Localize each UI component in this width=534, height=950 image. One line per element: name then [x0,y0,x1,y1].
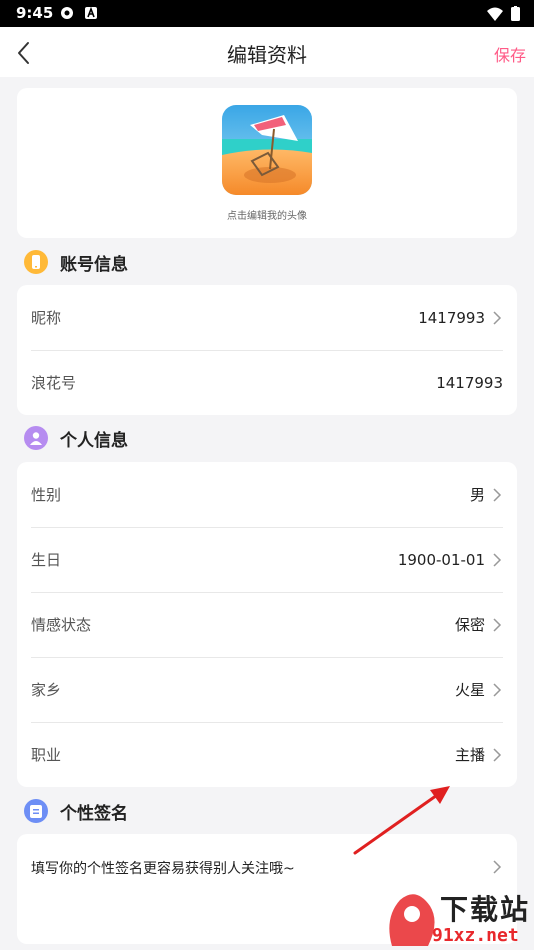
hometown-row[interactable]: 家乡 火星 [31,657,503,722]
chevron-right-icon [493,747,502,762]
birthday-label: 生日 [31,551,62,569]
title-bar: 编辑资料 保存 [0,27,534,77]
gender-row[interactable]: 性别 男 [31,462,503,527]
birthday-row[interactable]: 生日 1900-01-01 [31,527,503,592]
nickname-value: 1417993 [418,308,485,327]
hometown-value: 火星 [454,681,485,699]
relationship-status-value: 保密 [454,616,485,634]
annotation-arrow [353,786,450,855]
wifi-icon [487,7,503,21]
nickname-row[interactable]: 昵称 1417993 [31,285,503,350]
chevron-right-icon [493,552,502,567]
hometown-label: 家乡 [31,681,62,699]
occupation-row[interactable]: 职业 主播 [31,722,503,787]
app-notification-icon [85,6,97,19]
personal-info-card: 性别 男 生日 1900-01-01 情感状态 保密 家乡 火星 职业 主播 [17,462,517,787]
person-icon [24,426,48,450]
section-title-account: 账号信息 [60,254,128,275]
occupation-value: 主播 [454,746,485,764]
avatar[interactable] [222,105,312,195]
chevron-right-icon [493,310,502,325]
page-title: 编辑资料 [227,43,307,67]
occupation-label: 职业 [31,746,62,764]
watermark-title: 下载站 [440,893,531,926]
account-id-row: 浪花号 1417993 [31,350,503,415]
section-header-signature: 个性签名 [24,798,128,824]
relationship-status-row[interactable]: 情感状态 保密 [31,592,503,657]
notification-icon [61,7,73,19]
section-header-personal: 个人信息 [24,425,128,451]
account-info-card: 昵称 1417993 浪花号 1417993 [17,285,517,415]
birthday-value: 1900-01-01 [397,550,485,569]
status-time: 9:45 [16,4,54,22]
account-id-value: 1417993 [436,373,503,392]
gender-value: 男 [469,486,485,504]
relationship-status-label: 情感状态 [31,616,92,634]
gender-label: 性别 [31,486,62,504]
chevron-right-icon [493,617,502,632]
section-title-personal: 个人信息 [60,430,128,451]
phone-icon [24,250,48,274]
save-button[interactable]: 保存 [494,42,526,66]
chevron-right-icon [493,682,502,697]
section-header-account: 账号信息 [24,249,128,275]
chevron-right-icon [493,860,502,874]
watermark-url: 91xz.net [432,925,519,946]
nickname-label: 昵称 [31,309,62,327]
avatar-hint: 点击编辑我的头像 [227,211,307,222]
battery-icon [511,6,520,21]
account-id-label: 浪花号 [31,374,77,392]
chevron-right-icon [493,487,502,502]
note-icon [24,799,48,823]
section-title-signature: 个性签名 [60,803,128,824]
status-bar: 9:45 [0,0,534,27]
avatar-card[interactable]: 点击编辑我的头像 [17,88,517,238]
signature-placeholder: 填写你的个性签名更容易获得别人关注哦~ [31,861,295,877]
